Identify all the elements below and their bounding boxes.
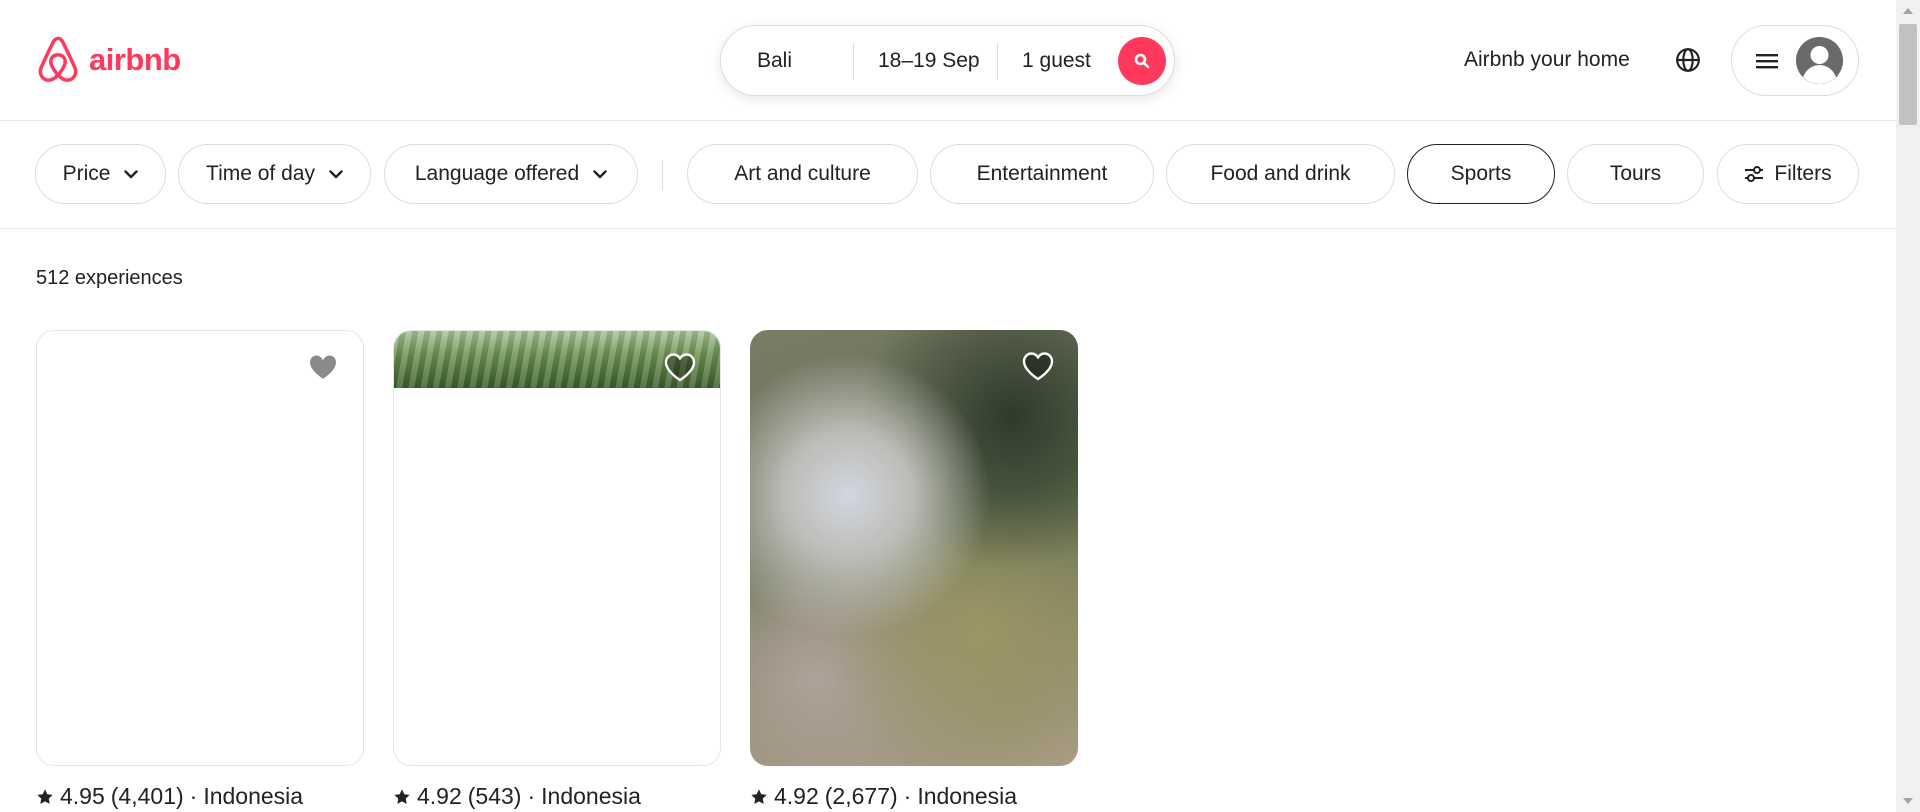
results-count: 512 experiences [36, 267, 183, 289]
category-sports[interactable]: Sports [1407, 144, 1555, 204]
globe-icon[interactable] [1675, 47, 1701, 78]
search-location[interactable]: Bali [721, 49, 853, 73]
experience-rating: 4.92 (543) · Indonesia [393, 783, 641, 810]
user-menu-button[interactable] [1731, 25, 1859, 96]
search-guests[interactable]: 1 guest [998, 49, 1116, 73]
star-icon [37, 788, 53, 804]
filter-label: Language offered [414, 162, 580, 185]
experience-rating: 4.95 (4,401) · Indonesia [36, 783, 303, 810]
filter-label: Time of day [206, 162, 315, 185]
experience-card-image[interactable] [393, 330, 721, 766]
rating-value: 4.92 [417, 783, 462, 809]
category-label: Art and culture [734, 162, 871, 185]
time-of-day-filter-button[interactable]: Time of day [178, 144, 371, 204]
review-count: (543) [467, 783, 522, 809]
search-bar[interactable]: Bali 18–19 Sep 1 guest [720, 25, 1175, 96]
experience-location: Indonesia [541, 783, 641, 809]
experience-location: Indonesia [203, 783, 304, 809]
chevron-down-icon [124, 169, 139, 178]
scrollbar-thumb[interactable] [1899, 24, 1917, 125]
review-count: (2,677) [824, 783, 898, 809]
rating-value: 4.92 [774, 783, 819, 809]
page-scrollbar[interactable] [1896, 0, 1920, 812]
separator: · [903, 783, 912, 809]
airbnb-wordmark: airbnb [89, 42, 181, 77]
category-label: Food and drink [1210, 162, 1351, 185]
chevron-down-icon [329, 169, 343, 178]
rating-value: 4.95 [60, 783, 105, 809]
experience-rating: 4.92 (2,677) · Indonesia [750, 783, 1017, 810]
separator: · [527, 783, 536, 809]
heart-icon[interactable] [664, 352, 696, 387]
category-food-and-drink[interactable]: Food and drink [1166, 144, 1395, 204]
filters-label: Filters [1774, 162, 1832, 185]
category-tours[interactable]: Tours [1567, 144, 1704, 204]
scroll-up-arrow-icon[interactable] [1903, 8, 1913, 14]
category-label: Sports [1450, 162, 1512, 185]
separator: · [189, 783, 198, 809]
category-label: Entertainment [976, 162, 1108, 185]
scroll-down-arrow-icon[interactable] [1903, 798, 1913, 804]
filter-label: Price [62, 162, 111, 185]
filter-bar: Price Time of day Language offered Art a… [0, 122, 1896, 229]
airbnb-your-home-link[interactable]: Airbnb your home [1464, 48, 1630, 72]
heart-icon[interactable] [307, 352, 339, 387]
search-icon [1134, 53, 1150, 68]
user-avatar-icon [1796, 37, 1843, 84]
price-filter-button[interactable]: Price [35, 144, 166, 204]
experience-card-image[interactable] [36, 330, 364, 766]
review-count: (4,401) [110, 783, 184, 809]
search-button[interactable] [1118, 36, 1166, 85]
airbnb-logo[interactable]: airbnb [35, 35, 181, 85]
airbnb-logo-icon [35, 35, 81, 85]
category-entertainment[interactable]: Entertainment [930, 144, 1154, 204]
language-offered-filter-button[interactable]: Language offered [384, 144, 638, 204]
filter-divider [662, 160, 663, 190]
experience-location: Indonesia [917, 783, 1018, 809]
category-art-and-culture[interactable]: Art and culture [687, 144, 918, 204]
star-icon [394, 788, 410, 804]
heart-icon[interactable] [1022, 351, 1054, 386]
chevron-down-icon [593, 169, 607, 178]
site-header: airbnb Bali 18–19 Sep 1 guest Airbnb you… [0, 0, 1896, 121]
sliders-icon [1745, 166, 1764, 182]
experience-card-image[interactable] [750, 330, 1078, 766]
search-dates[interactable]: 18–19 Sep [854, 49, 997, 73]
filters-button[interactable]: Filters [1717, 144, 1859, 204]
category-label: Tours [1609, 162, 1662, 185]
star-icon [751, 788, 767, 804]
hamburger-icon [1756, 53, 1778, 68]
